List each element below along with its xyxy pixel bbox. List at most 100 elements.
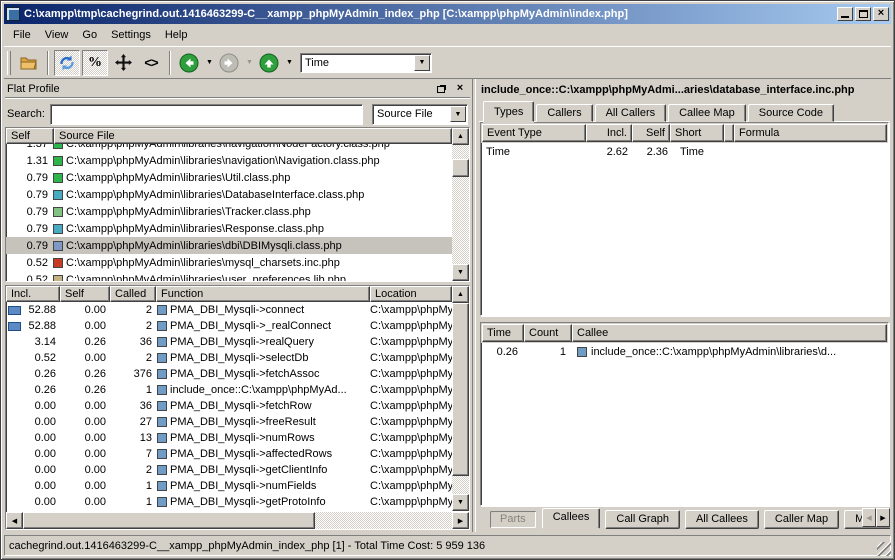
column-header-time[interactable]: Time: [482, 324, 524, 342]
tab-callees[interactable]: Callees: [542, 508, 601, 529]
cycle-percentage-button[interactable]: [54, 50, 80, 76]
list-item[interactable]: 0.79C:\xampp\phpMyAdmin\libraries\dbi\DB…: [6, 237, 452, 254]
tab-caller-map[interactable]: Caller Map: [764, 510, 839, 529]
menu-settings[interactable]: Settings: [104, 27, 158, 43]
table-row[interactable]: 0.000.0027PMA_DBI_Mysqli->freeResultC:\x…: [6, 414, 452, 430]
tab-all-callers[interactable]: All Callers: [595, 104, 667, 122]
column-header-location[interactable]: Location: [370, 286, 452, 302]
forward-icon: [219, 53, 239, 73]
column-header-short[interactable]: Short: [670, 124, 724, 142]
tab-source-code[interactable]: Source Code: [748, 104, 834, 122]
dock-close-button[interactable]: ×: [452, 82, 468, 96]
types-table-header: Event Type Incl. Self Short Formula: [481, 123, 888, 143]
close-button[interactable]: ×: [873, 7, 889, 21]
toolbar-grip[interactable]: [7, 51, 11, 75]
scroll-right-icon[interactable]: ▶: [452, 512, 469, 529]
menu-file[interactable]: File: [6, 27, 38, 43]
column-header-function[interactable]: Function: [156, 286, 370, 302]
table-row[interactable]: 52.880.002PMA_DBI_Mysqli->connectC:\xamp…: [6, 302, 452, 318]
function-table-hscrollbar[interactable]: ◀ ▶: [6, 512, 469, 529]
incl-cell: 0.26: [6, 368, 60, 380]
list-item[interactable]: 1.37C:\xampp\phpMyAdmin\libraries\naviga…: [6, 144, 452, 152]
list-item[interactable]: 0.79C:\xampp\phpMyAdmin\libraries\Tracke…: [6, 203, 452, 220]
dock-float-button[interactable]: [434, 82, 450, 96]
scroll-left-icon[interactable]: ◀: [6, 512, 23, 529]
table-row[interactable]: 52.880.002PMA_DBI_Mysqli->_realConnectC:…: [6, 318, 452, 334]
tab-callers[interactable]: Callers: [536, 104, 592, 122]
group-by-combo[interactable]: Source File ▼: [372, 104, 468, 125]
resize-grip[interactable]: [877, 542, 891, 556]
expand-areas-button[interactable]: [110, 50, 136, 76]
up-button[interactable]: [256, 50, 282, 76]
column-header-self[interactable]: Self: [60, 286, 110, 302]
called-value: 7: [110, 448, 156, 460]
tab-scroll-left-icon[interactable]: ◀: [862, 508, 876, 527]
table-row[interactable]: 0.000.007PMA_DBI_Mysqli->affectedRowsC:\…: [6, 446, 452, 462]
tab-all-callees[interactable]: All Callees: [685, 510, 759, 529]
table-row[interactable]: 0.000.002PMA_DBI_Mysqli->getClientInfoC:…: [6, 462, 452, 478]
column-header-incl[interactable]: Incl.: [586, 124, 632, 142]
function-table-vscrollbar[interactable]: ▲ ▼: [452, 286, 469, 511]
table-row[interactable]: 0.260.261include_once::C:\xampp\phpMyAd.…: [6, 382, 452, 398]
column-header-self[interactable]: Self: [6, 128, 54, 144]
column-header-source-file[interactable]: Source File: [54, 128, 452, 144]
tab-scroll-right-icon[interactable]: ▶: [876, 508, 890, 527]
table-row[interactable]: Time2.622.36Time: [481, 143, 888, 160]
combo-dropdown-button[interactable]: ▼: [450, 106, 466, 122]
list-item[interactable]: 0.79C:\xampp\phpMyAdmin\libraries\Util.c…: [6, 169, 452, 186]
column-header-self[interactable]: Self: [632, 124, 670, 142]
scroll-down-icon[interactable]: ▼: [452, 494, 469, 511]
types-table-body: Time2.622.36Time: [481, 143, 888, 160]
table-row[interactable]: 0.000.0013PMA_DBI_Mysqli->numRowsC:\xamp…: [6, 430, 452, 446]
table-row[interactable]: 0.261include_once::C:\xampp\phpMyAdmin\l…: [481, 343, 888, 360]
incl-cell: 0.00: [6, 464, 60, 476]
scroll-up-icon[interactable]: ▲: [452, 286, 469, 303]
column-header-count[interactable]: Count: [524, 324, 572, 342]
search-input[interactable]: [50, 104, 363, 125]
back-dropdown-arrow[interactable]: ▼: [205, 59, 214, 66]
list-item[interactable]: 0.79C:\xampp\phpMyAdmin\libraries\Databa…: [6, 186, 452, 203]
list-item[interactable]: 1.31C:\xampp\phpMyAdmin\libraries\naviga…: [6, 152, 452, 169]
tab-types[interactable]: Types: [483, 101, 534, 122]
list-item[interactable]: 0.52C:\xampp\phpMyAdmin\libraries\mysql_…: [6, 254, 452, 271]
tab-callee-map[interactable]: Callee Map: [668, 104, 746, 122]
menu-view[interactable]: View: [38, 27, 76, 43]
up-dropdown-arrow[interactable]: ▼: [285, 59, 294, 66]
column-header-incl[interactable]: Incl.: [6, 286, 60, 302]
column-header-called[interactable]: Called: [110, 286, 156, 302]
function-icon: [157, 369, 167, 379]
tab-call-graph[interactable]: Call Graph: [605, 510, 680, 529]
column-header-formula[interactable]: Formula: [734, 124, 887, 142]
cost-color-icon: [53, 144, 63, 149]
table-row[interactable]: 0.520.002PMA_DBI_Mysqli->selectDbC:\xamp…: [6, 350, 452, 366]
back-button[interactable]: [176, 50, 202, 76]
source-file-path: C:\xampp\phpMyAdmin\libraries\Util.class…: [66, 172, 290, 184]
table-row[interactable]: 0.000.001PMA_DBI_Mysqli->getProtoInfoC:\…: [6, 494, 452, 510]
function-name: PMA_DBI_Mysqli->numRows: [156, 432, 370, 444]
minimize-button[interactable]: [837, 7, 853, 21]
list-item[interactable]: 0.52C:\xampp\phpMyAdmin\libraries\user_p…: [6, 271, 452, 281]
list-item[interactable]: 0.79C:\xampp\phpMyAdmin\libraries\Respon…: [6, 220, 452, 237]
table-row[interactable]: 0.000.0036PMA_DBI_Mysqli->fetchRowC:\xam…: [6, 398, 452, 414]
column-header-callee[interactable]: Callee: [572, 324, 887, 342]
function-name: PMA_DBI_Mysqli->realQuery: [156, 336, 370, 348]
column-header-event-type[interactable]: Event Type: [482, 124, 586, 142]
table-row[interactable]: 0.000.001PMA_DBI_Mysqli->numFieldsC:\xam…: [6, 478, 452, 494]
forward-dropdown-arrow[interactable]: ▼: [245, 59, 254, 66]
maximize-button[interactable]: [855, 7, 871, 21]
source-list-vscrollbar[interactable]: ▲ ▼: [452, 128, 469, 281]
forward-button[interactable]: [216, 50, 242, 76]
scroll-down-icon[interactable]: ▼: [452, 264, 469, 281]
combo-dropdown-button[interactable]: ▼: [414, 55, 430, 71]
menu-go[interactable]: Go: [75, 27, 104, 43]
open-file-button[interactable]: [16, 50, 42, 76]
scroll-up-icon[interactable]: ▲: [452, 128, 469, 145]
event-type-combo[interactable]: Time ▼: [300, 53, 432, 73]
table-row[interactable]: 3.140.2636PMA_DBI_Mysqli->realQueryC:\xa…: [6, 334, 452, 350]
menu-help[interactable]: Help: [158, 27, 195, 43]
incl-cell: 52.88: [6, 304, 60, 316]
table-row[interactable]: 0.260.26376PMA_DBI_Mysqli->fetchAssocC:\…: [6, 366, 452, 382]
relative-percent-button[interactable]: %: [82, 50, 108, 76]
shorten-templates-button[interactable]: <>: [138, 50, 164, 76]
column-header-blank[interactable]: [724, 124, 734, 142]
